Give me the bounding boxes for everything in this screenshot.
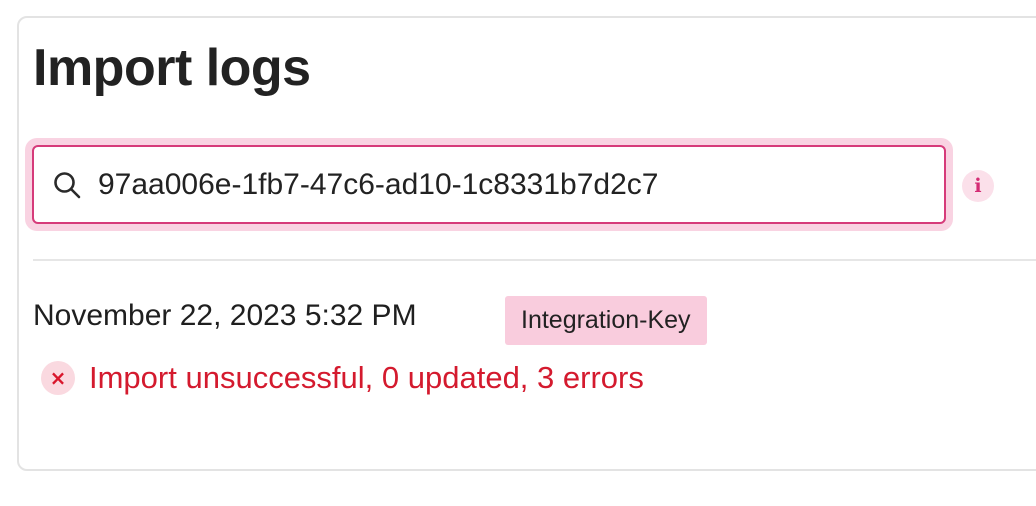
status-message: Import unsuccessful, 0 updated, 3 errors [89,360,644,395]
log-timestamp: November 22, 2023 5:32 PM [33,299,417,332]
log-status: × Import unsuccessful, 0 updated, 3 erro… [41,360,644,396]
page-title: Import logs [33,39,311,97]
search-icon [50,168,84,202]
search-focus-ring [25,138,953,231]
integration-key-badge: Integration-Key [505,296,707,345]
divider [33,259,1036,261]
info-icon[interactable]: i [962,170,994,202]
error-close-icon: × [41,361,75,395]
search-field[interactable] [32,145,946,224]
search-input[interactable] [98,167,878,202]
